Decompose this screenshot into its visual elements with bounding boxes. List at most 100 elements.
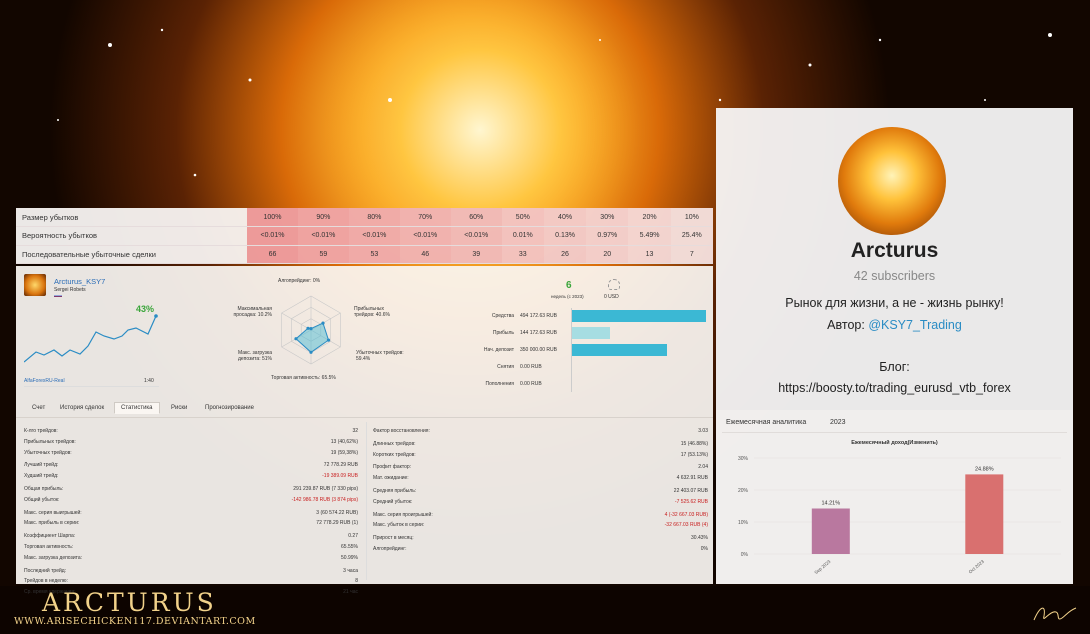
- balance-bar-value: 494 172.63 RUB: [520, 313, 557, 319]
- stat-label: Средний убыток:: [373, 498, 413, 505]
- loss-cell: 13: [628, 245, 671, 264]
- stat-value: 72 778.29 RUB: [323, 462, 358, 469]
- tab-4[interactable]: Прогнозирование: [205, 405, 254, 411]
- stat-value: 50.99%: [341, 554, 358, 561]
- account-tabs: Счет История сделок Статистика Риски Прогноз…: [16, 402, 713, 418]
- watermark-title: Arcturus: [42, 588, 217, 617]
- signature: [1033, 607, 1077, 621]
- loss-cell: 66: [247, 245, 298, 264]
- account-avatar: [24, 274, 46, 296]
- author-link[interactable]: @KSY7_Trading: [868, 318, 962, 332]
- radar-label-profit: Прибыльных трейдов: 40.6%: [354, 306, 390, 318]
- radar-point: [321, 321, 325, 325]
- stat-label: Профит фактор:: [373, 464, 412, 471]
- stat-label: Общий убыток:: [24, 496, 60, 503]
- balance-bar: [571, 310, 706, 322]
- loss-probability-table: Размер убытков 100% 90% 80% 70% 60% 50% 40% 30% 2…: [16, 208, 713, 264]
- stat-value: -19 389.09 RUB: [322, 473, 358, 480]
- account-name[interactable]: Arcturus_KSY7: [54, 277, 105, 286]
- loss-cell: 0.97%: [586, 226, 629, 246]
- tab-3[interactable]: Риски: [171, 405, 187, 411]
- flag-icon: [54, 295, 62, 297]
- channel-author: Автор: @KSY7_Trading: [716, 318, 1073, 332]
- loss-cell: 50%: [501, 208, 544, 227]
- stat-label: Коротких трейдов:: [373, 451, 416, 458]
- stat-value: 72 778.29 RUB (1): [316, 520, 358, 527]
- channel-subscribers: 42 subscribers: [853, 269, 936, 283]
- account-owner: Sergei Robets: [54, 287, 86, 293]
- balance-bar: [571, 344, 667, 356]
- stat-label: Средняя прибыль:: [373, 488, 417, 494]
- radar-point: [309, 327, 313, 331]
- y-tick-label: 0%: [741, 552, 749, 558]
- balance-bar-value: 350 000.00 RUB: [520, 347, 557, 353]
- stat-label: К-лго трейдов:: [24, 428, 58, 434]
- stat-label: Прирост в месяц:: [373, 535, 414, 542]
- divider: [24, 386, 159, 387]
- tab-0[interactable]: Счет: [32, 405, 45, 411]
- loss-cell: 0.13%: [543, 226, 587, 246]
- bars-axis: [571, 308, 572, 392]
- stat-label: Мат. ожидание:: [373, 475, 409, 482]
- stat-value: 8: [355, 578, 358, 585]
- balance-bar-value: 144 172.63 RUB: [520, 330, 557, 336]
- chart-title: Ежемесячный доход(Изменить): [851, 440, 938, 446]
- radar-chart: [281, 295, 341, 365]
- channel-name: Arcturus: [850, 239, 939, 262]
- loss-cell: 20: [586, 245, 629, 264]
- loss-cell: 70%: [399, 208, 451, 227]
- stat-label: Макс. серия выигрышей:: [24, 509, 82, 516]
- loss-cell: 5.49%: [628, 226, 671, 246]
- analytics-year[interactable]: 2023: [830, 419, 846, 426]
- loss-cell: <0.01%: [399, 226, 451, 246]
- bar-data-label: 24.88%: [975, 466, 994, 472]
- loss-cell: 40%: [543, 208, 587, 227]
- weeks-count: 6: [566, 280, 572, 291]
- radar-point: [294, 337, 298, 341]
- radar-point: [326, 338, 331, 342]
- loss-row-label: Последовательные убыточные сделки: [16, 245, 247, 264]
- stat-label: Лучший трейд:: [24, 462, 59, 469]
- stat-label: Макс. убыток в серии:: [373, 522, 425, 529]
- loss-cell: 20%: [628, 208, 671, 227]
- radar-label-loss: Убыточных трейдов: 59.4%: [356, 350, 404, 362]
- subscribers-value: 0 USD: [604, 294, 619, 300]
- stat-value: 291 239.87 RUB (7 330 pips): [293, 486, 358, 492]
- server-name: AlfaForexRU-Real: [24, 378, 65, 384]
- stat-label: Худший трейд:: [24, 473, 59, 480]
- trading-account-panel: Arcturus_KSY7 Sergei Robets 43% AlfaFore…: [16, 266, 713, 595]
- stat-value: 19 (59,38%): [330, 449, 358, 456]
- balance-bar-label: Снятия: [497, 364, 514, 370]
- stat-label: Длинных трейдов:: [373, 440, 416, 447]
- balance-bar-label: Нач. депозит: [483, 347, 514, 353]
- blog-link[interactable]: https://boosty.to/trading_eurusd_vtb_for…: [716, 381, 1073, 395]
- radar-point: [306, 326, 310, 330]
- loss-table-row: Размер убытков 100% 90% 80% 70% 60% 50% 40% 30% 2…: [16, 208, 713, 227]
- y-tick-label: 10%: [738, 520, 749, 526]
- loss-cell: <0.01%: [297, 226, 349, 246]
- watermark-site: www.arisechicken117.deviantart.com: [14, 616, 256, 627]
- stat-value: -7 525.62 RUB: [674, 498, 708, 505]
- loss-cell: 59: [297, 245, 349, 264]
- stat-value: 65.55%: [341, 544, 358, 550]
- stat-value: 17 (53.13%): [680, 451, 708, 458]
- subscribers-icon: [608, 279, 620, 290]
- tab-2[interactable]: Статистика: [114, 402, 160, 414]
- channel-avatar: [838, 127, 946, 235]
- loss-cell: 60%: [450, 208, 502, 227]
- stat-value: 30.43%: [691, 535, 708, 542]
- loss-cell: <0.01%: [450, 226, 502, 246]
- balance-bar-label: Прибыль: [492, 330, 514, 336]
- loss-cell: 90%: [297, 208, 349, 227]
- balance-bar-label: Пополнения: [485, 381, 514, 387]
- channel-motto: Рынок для жизни, а не - жизнь рынку!: [785, 296, 1004, 310]
- stat-value: 13 (40,62%): [330, 438, 358, 445]
- tab-1[interactable]: История сделок: [60, 405, 104, 411]
- balance-bar: [571, 327, 610, 339]
- radar-label-drawdown: Максимальная просадка: 10.2%: [233, 306, 272, 318]
- loss-cell: 100%: [247, 208, 298, 227]
- loss-cell: 0.01%: [501, 226, 544, 246]
- loss-row-label: Размер убытков: [16, 208, 247, 227]
- loss-cell: 26: [543, 245, 587, 264]
- loss-cell: 80%: [348, 208, 400, 227]
